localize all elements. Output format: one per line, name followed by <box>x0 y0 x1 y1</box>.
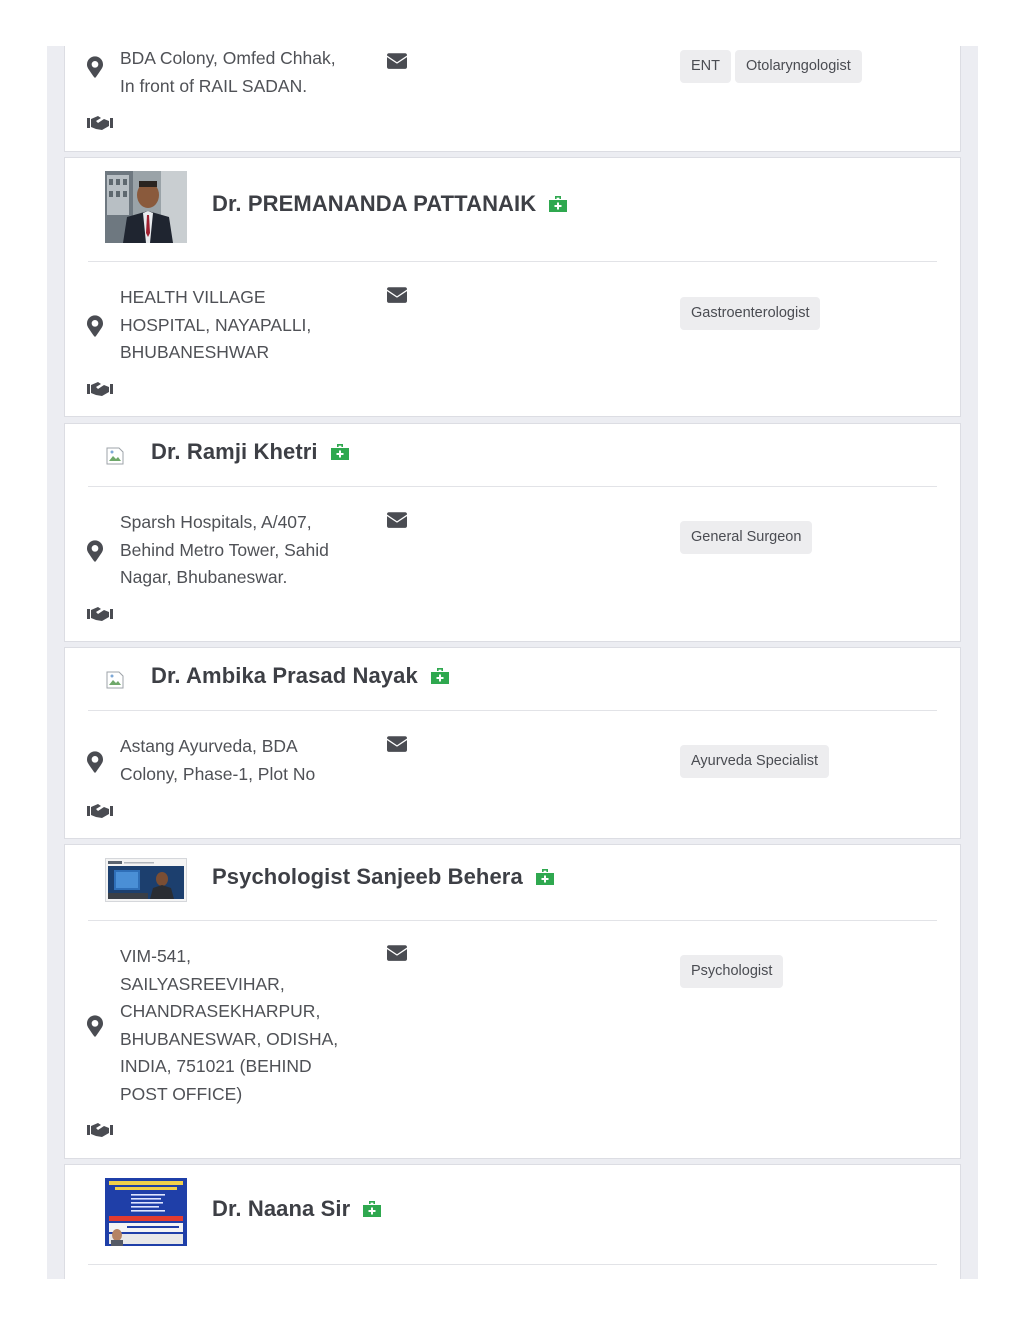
address-line: CHANDRASEKHARPUR, <box>120 1001 321 1022</box>
specialty-tags: General Surgeon <box>680 521 813 554</box>
map-marker-icon <box>87 315 103 337</box>
specialty-tag[interactable]: ENT <box>680 50 731 83</box>
specialty-tag[interactable]: Gastroenterologist <box>680 297 821 330</box>
specialty-tags: Gastroenterologist <box>680 297 821 330</box>
specialty-tag[interactable]: General Surgeon <box>680 521 813 554</box>
map-marker-icon <box>87 56 103 78</box>
address-line: In front of RAIL SADAN. <box>120 75 308 96</box>
address: HEALTH VILLAGE HOSPITAL, NAYAPALLI, BHUB… <box>120 284 355 367</box>
doctor-name[interactable]: Dr. PREMANANDA PATTANAIK <box>212 191 568 217</box>
medkit-icon <box>430 668 449 684</box>
address-line: Sparsh Hospitals, A/407, <box>120 512 312 532</box>
doctor-name-text[interactable]: Dr. PREMANANDA PATTANAIK <box>212 191 536 216</box>
handshake-icon[interactable] <box>87 115 113 131</box>
doctor-name-text[interactable]: Dr. Naana Sir <box>212 1196 350 1221</box>
map-marker-icon <box>87 751 103 773</box>
medkit-icon <box>330 444 349 460</box>
address-line: BHUBANESHWAR <box>120 342 270 363</box>
envelope-icon[interactable] <box>387 736 407 752</box>
listings-frame: BDA Colony, Omfed Chhak, In front of RAI… <box>47 46 978 1279</box>
specialty-tag[interactable]: Otolaryngologist <box>735 50 862 83</box>
card-divider <box>88 261 937 262</box>
doctor-card: Dr. Naana Sir <box>64 1164 961 1279</box>
address-line: BHUBANESWAR, ODISHA, <box>120 1028 339 1049</box>
doctor-name-text[interactable]: Dr. Ramji Khetri <box>151 439 318 464</box>
handshake-icon[interactable] <box>87 803 113 819</box>
envelope-icon[interactable] <box>387 945 407 961</box>
doctor-card: Dr. Ramji Khetri Sparsh Hospitals, A/407… <box>64 423 961 642</box>
card-divider <box>88 486 937 487</box>
medkit-icon <box>535 869 554 885</box>
doctor-card: Psychologist Sanjeeb Behera VIM-541, SAI… <box>64 844 961 1159</box>
address: Astang Ayurveda, BDA Colony, Phase-1, Pl… <box>120 733 355 788</box>
address-line: Behind Metro Tower, Sahid <box>120 539 329 560</box>
doctor-photo[interactable] <box>105 171 187 243</box>
doctor-name[interactable]: Dr. Ambika Prasad Nayak <box>151 663 450 689</box>
address-line: VIM-541, <box>120 946 191 966</box>
specialty-tags: Psychologist <box>680 955 784 988</box>
address-line: BDA Colony, Omfed Chhak, <box>120 48 336 68</box>
envelope-icon[interactable] <box>387 512 407 528</box>
card-divider <box>88 710 937 711</box>
broken-image-icon[interactable] <box>106 447 124 465</box>
address: Sparsh Hospitals, A/407, Behind Metro To… <box>120 509 355 592</box>
doctor-name[interactable]: Dr. Naana Sir <box>212 1196 382 1222</box>
address-line: HEALTH VILLAGE <box>120 287 266 307</box>
envelope-icon[interactable] <box>387 53 407 69</box>
map-marker-icon <box>87 540 103 562</box>
medkit-icon <box>549 196 568 212</box>
specialty-tag[interactable]: Psychologist <box>680 955 784 988</box>
doctor-photo[interactable] <box>105 1178 187 1246</box>
doctor-photo[interactable] <box>105 858 187 902</box>
envelope-icon[interactable] <box>387 287 407 303</box>
doctor-card: Dr. Ambika Prasad Nayak Astang Ayurveda,… <box>64 647 961 839</box>
map-marker-icon <box>87 1015 103 1037</box>
specialty-tags: Ayurveda Specialist <box>680 745 830 778</box>
doctor-card: BDA Colony, Omfed Chhak, In front of RAI… <box>64 46 961 152</box>
address-line: Astang Ayurveda, BDA <box>120 736 298 756</box>
medkit-icon <box>363 1201 382 1217</box>
address-line: POST OFFICE) <box>120 1083 243 1104</box>
handshake-icon[interactable] <box>87 381 113 397</box>
specialty-tag[interactable]: Ayurveda Specialist <box>680 745 830 778</box>
card-divider <box>88 1264 937 1265</box>
address-line: HOSPITAL, NAYAPALLI, <box>120 314 312 335</box>
handshake-icon[interactable] <box>87 1122 113 1138</box>
card-divider <box>88 920 937 921</box>
doctor-card: Dr. PREMANANDA PATTANAIK HEALTH VILLAGE … <box>64 157 961 417</box>
specialty-tags: ENT Otolaryngologist <box>680 50 862 83</box>
doctor-name-text[interactable]: Dr. Ambika Prasad Nayak <box>151 663 418 688</box>
address: VIM-541, SAILYASREEVIHAR, CHANDRASEKHARP… <box>120 943 355 1109</box>
doctor-name-text[interactable]: Psychologist Sanjeeb Behera <box>212 864 523 889</box>
broken-image-icon[interactable] <box>106 671 124 689</box>
address: BDA Colony, Omfed Chhak, In front of RAI… <box>120 46 355 100</box>
doctor-name[interactable]: Dr. Ramji Khetri <box>151 439 350 465</box>
address-line: Colony, Phase-1, Plot No <box>120 763 316 784</box>
doctor-name[interactable]: Psychologist Sanjeeb Behera <box>212 864 555 890</box>
address-line: SAILYASREEVIHAR, <box>120 973 285 994</box>
address-line: INDIA, 751021 (BEHIND <box>120 1056 312 1077</box>
handshake-icon[interactable] <box>87 606 113 622</box>
address-line: Nagar, Bhubaneswar. <box>120 567 288 588</box>
